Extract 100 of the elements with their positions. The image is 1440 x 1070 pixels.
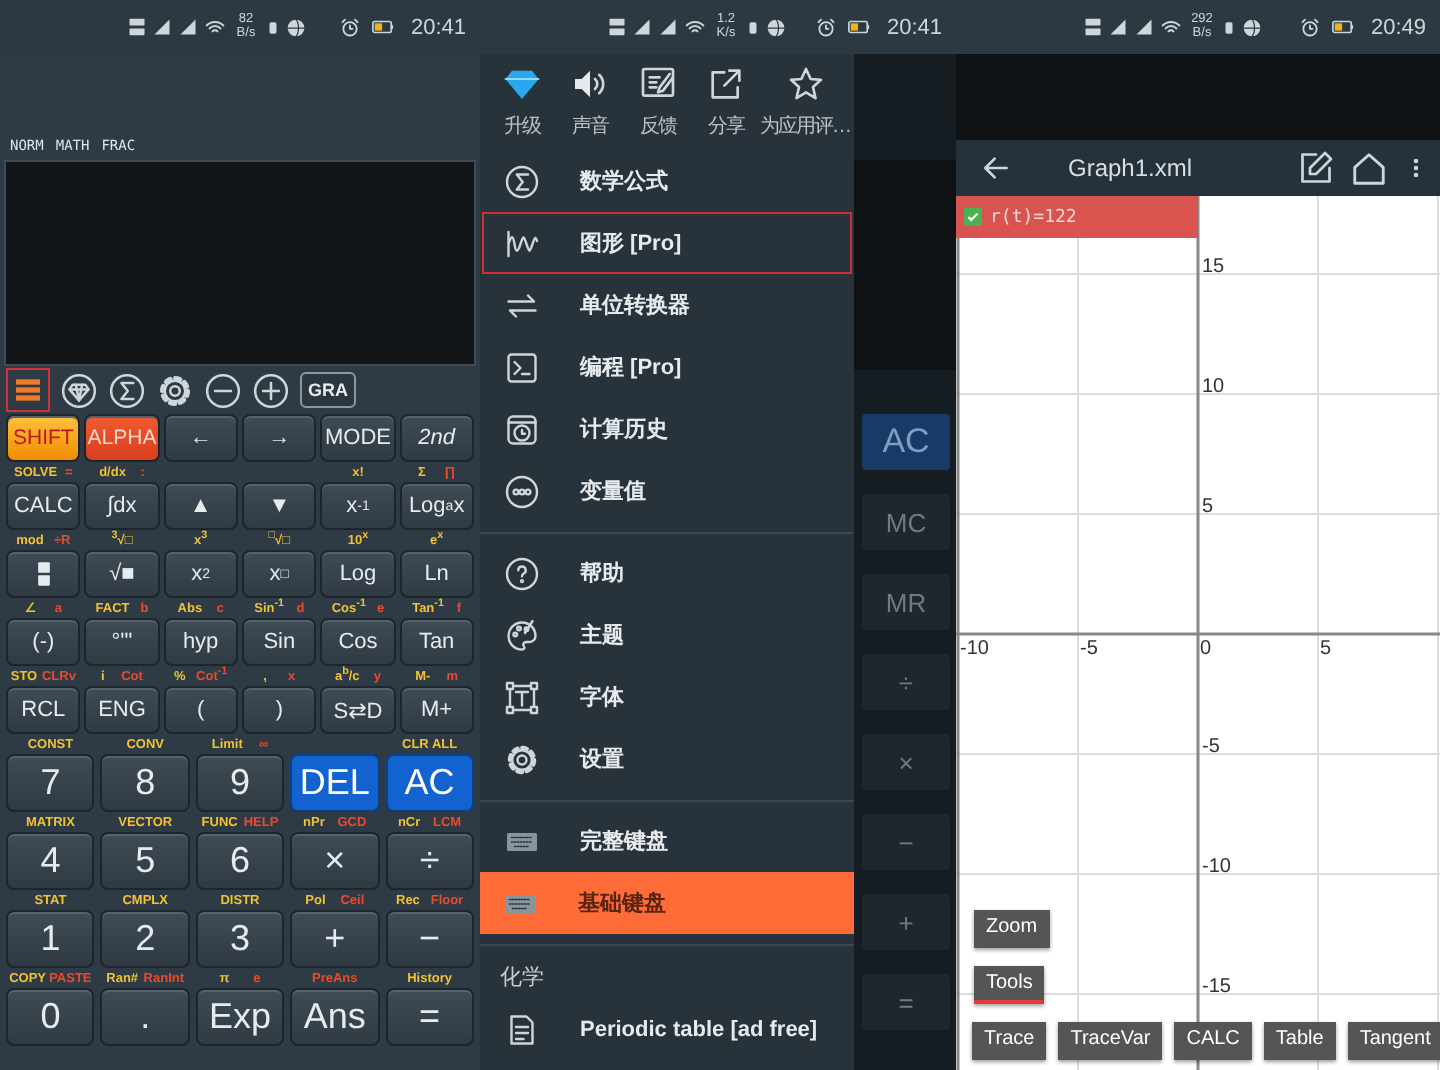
graph-button[interactable]: GRA xyxy=(300,372,356,408)
calculator-key[interactable]: ) xyxy=(241,686,317,734)
calculator-key[interactable]: × xyxy=(290,832,380,890)
calculator-key[interactable]: ← xyxy=(163,414,238,462)
calculator-key[interactable]: RCL xyxy=(6,686,81,734)
drawer-action[interactable]: 为应用评… xyxy=(760,54,850,150)
calculator-key[interactable]: ÷ xyxy=(385,832,474,890)
menu-item[interactable]: 字体 xyxy=(482,666,852,728)
calculator-key[interactable]: → xyxy=(241,414,317,462)
menu-item[interactable]: 计算历史 xyxy=(482,398,852,460)
clock-time: 20:41 xyxy=(410,15,466,39)
menu-item[interactable]: 主题 xyxy=(482,604,852,666)
edit-icon[interactable] xyxy=(1298,150,1334,186)
menu-item[interactable]: Periodic table [ad free] xyxy=(482,998,852,1060)
tool-button[interactable]: TraceVar xyxy=(1058,1022,1163,1060)
axis-tick-label: -10 xyxy=(1202,856,1231,880)
alarm-icon xyxy=(1300,17,1321,37)
calculator-key[interactable]: Ans xyxy=(290,988,380,1046)
section-header: 化学 xyxy=(498,963,546,993)
globe-icon xyxy=(1242,17,1262,37)
calculator-key[interactable]: °'" xyxy=(84,618,160,666)
menu-item[interactable]: 基础键盘 xyxy=(480,872,854,934)
calculator-key[interactable]: 6 xyxy=(195,832,285,890)
axis-tick-label: 0 xyxy=(1200,638,1212,662)
calculator-key: + xyxy=(862,894,950,950)
calculator-key[interactable]: ∫dx xyxy=(84,482,160,530)
settings-icon[interactable] xyxy=(156,371,194,409)
calculator-key[interactable]: Sin xyxy=(241,618,317,666)
menu-item[interactable]: 单位转换器 xyxy=(482,274,852,336)
calculator-key[interactable]: − xyxy=(385,910,474,968)
calculator-key: × xyxy=(862,734,950,790)
calculator-key[interactable]: x$^{-1}$ xyxy=(320,482,396,530)
menu-item[interactable]: 帮助 xyxy=(482,542,852,604)
tool-button[interactable]: CALC xyxy=(1174,1022,1252,1060)
calculator-key[interactable]: 9 xyxy=(195,754,285,812)
menu-item[interactable]: 完整键盘 xyxy=(482,810,852,872)
calculator-key[interactable]: 3 xyxy=(195,910,285,968)
minus-icon[interactable] xyxy=(204,371,242,409)
drawer-action[interactable]: 反馈 xyxy=(624,54,692,150)
menu-button[interactable] xyxy=(6,368,50,412)
calculator-key[interactable]: AC xyxy=(385,754,474,812)
gem-icon[interactable] xyxy=(60,371,98,409)
status-icon xyxy=(1222,17,1236,37)
tool-button[interactable]: Tools xyxy=(974,966,1045,1004)
table-icon xyxy=(504,1011,540,1047)
calculator-key[interactable]: Cos xyxy=(320,618,396,666)
calculator-key[interactable]: 2 xyxy=(100,910,190,968)
calculator-key[interactable]: = xyxy=(385,988,474,1046)
calculator-key[interactable]: . xyxy=(100,988,190,1046)
settings-icon xyxy=(504,741,540,777)
calculator-key[interactable]: hyp xyxy=(163,618,238,666)
sigma-icon[interactable] xyxy=(108,371,146,409)
menu-item[interactable]: 图形 [Pro] xyxy=(482,212,852,274)
calculator-key[interactable]: x$^{2}$ xyxy=(163,550,238,598)
menu-item[interactable]: 编程 [Pro] xyxy=(482,336,852,398)
back-arrow-icon[interactable] xyxy=(980,152,1012,184)
calculator-key[interactable]: ENG xyxy=(84,686,160,734)
tool-button[interactable]: Zoom xyxy=(974,910,1050,948)
plus-icon[interactable] xyxy=(252,371,290,409)
calculator-key[interactable]: 7 xyxy=(6,754,95,812)
calculator-key[interactable]: Tan xyxy=(399,618,474,666)
calculator-key[interactable]: + xyxy=(290,910,380,968)
calculator-key[interactable]: 8 xyxy=(100,754,190,812)
menu-item[interactable]: 设置 xyxy=(482,728,852,790)
tool-button[interactable]: Tangent xyxy=(1347,1022,1440,1060)
tool-button[interactable]: Trace xyxy=(972,1022,1047,1060)
calculator-key[interactable]: √■ xyxy=(84,550,160,598)
menu-item[interactable]: 变量值 xyxy=(482,460,852,522)
calculator-key[interactable]: ▲ xyxy=(163,482,238,530)
axis-tick-label: 10 xyxy=(1202,376,1225,400)
calculator-key[interactable]: 0 xyxy=(6,988,95,1046)
tool-button[interactable]: Table xyxy=(1263,1022,1336,1060)
calculator-key[interactable]: x$^{□}$ xyxy=(241,550,317,598)
calculator-key[interactable]: MODE xyxy=(320,414,396,462)
calculator-key[interactable]: Log xyxy=(320,550,396,598)
calculator-key[interactable]: 4 xyxy=(6,832,95,890)
file-title: Graph1.xml xyxy=(1068,154,1195,182)
calculator-key[interactable]: (-) xyxy=(6,618,81,666)
calculator-key[interactable]: M+ xyxy=(399,686,474,734)
calculator-key[interactable]: DEL xyxy=(290,754,380,812)
calculator-key[interactable]: ( xyxy=(163,686,238,734)
fraction-key[interactable] xyxy=(6,550,81,598)
calculator-key[interactable]: 2nd xyxy=(399,414,474,462)
menu-item[interactable]: 数学公式 xyxy=(482,150,852,212)
calculator-key[interactable]: Ln xyxy=(399,550,474,598)
home-icon[interactable] xyxy=(1350,149,1388,187)
calculator-key[interactable]: Exp xyxy=(195,988,285,1046)
axis-tick-label: 15 xyxy=(1202,256,1225,280)
calculator-key[interactable]: ▼ xyxy=(241,482,317,530)
calculator-key[interactable]: 1 xyxy=(6,910,95,968)
checkbox[interactable] xyxy=(964,208,982,226)
wifi-icon xyxy=(1160,17,1182,37)
drawer-action[interactable]: 升级 xyxy=(488,54,556,150)
calculator-key[interactable]: S⇄D xyxy=(320,686,396,734)
history-icon xyxy=(504,411,540,447)
calculator-key[interactable]: CALC xyxy=(6,482,81,530)
drawer-action[interactable]: 声音 xyxy=(556,54,624,150)
calculator-key: − xyxy=(862,814,950,870)
drawer-action[interactable]: 分享 xyxy=(692,54,760,150)
calculator-key[interactable]: 5 xyxy=(100,832,190,890)
